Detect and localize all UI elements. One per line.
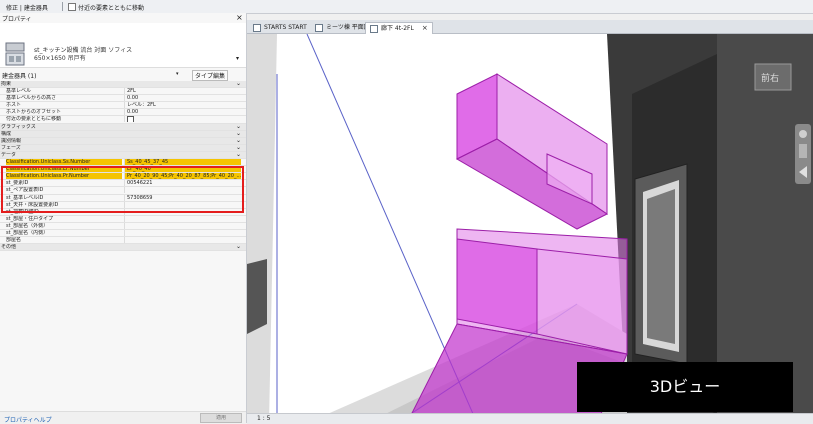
- property-group-header[interactable]: 識別情報 ⌄: [0, 137, 246, 145]
- property-name: Classification.Uniclass.Ss.Number: [6, 159, 122, 166]
- property-name: st_部屋名（外側）: [6, 222, 49, 229]
- view-control-bar: 1 : 5: [247, 413, 813, 424]
- property-value[interactable]: 2FL: [124, 88, 241, 95]
- tab-label: ミーツ棟 平面図: [326, 24, 370, 31]
- chevron-down-icon[interactable]: ⌄: [236, 81, 241, 87]
- group-label: グラフィックス: [1, 123, 36, 130]
- property-row[interactable]: st_部屋・住戸タイプ: [0, 215, 246, 223]
- tab-label: 廊下 4t-2FL: [381, 25, 414, 32]
- panel-footer: プロパティヘルプ 適用: [0, 411, 246, 424]
- panel-title: プロパティ: [2, 16, 32, 23]
- property-group-header[interactable]: 拘束 ⌄: [0, 81, 246, 89]
- type-selector[interactable]: st_キッチン設備 流台 対面 ソフィス 650×1650 吊戸有 ▾: [0, 23, 246, 68]
- group-label: 構成: [1, 130, 12, 137]
- kitchen-fixture-icon: [5, 42, 25, 66]
- chevron-down-icon[interactable]: ⌄: [236, 123, 241, 130]
- property-name: 付近の要素とともに移動: [6, 116, 62, 123]
- property-value[interactable]: 0.00: [124, 95, 241, 102]
- property-group-header[interactable]: グラフィックス ⌄: [0, 123, 246, 131]
- property-row[interactable]: 付近の要素とともに移動: [0, 116, 246, 124]
- property-name: 基準レベルからの高さ: [6, 95, 57, 102]
- chevron-down-icon[interactable]: ⌄: [236, 137, 241, 144]
- property-value[interactable]: [124, 229, 241, 236]
- property-value[interactable]: [124, 222, 241, 229]
- property-name: st_部屋・住戸タイプ: [6, 215, 54, 222]
- view-tab-bar: STARTS START ミーツ棟 平面図 廊下 4t-2FL ×: [247, 20, 813, 34]
- chevron-down-icon[interactable]: ⌄: [236, 151, 241, 158]
- tab-label: STARTS START: [264, 24, 307, 31]
- property-row[interactable]: 基準レベル 2FL: [0, 88, 246, 96]
- tab-starts-start[interactable]: STARTS START: [249, 22, 311, 33]
- property-name: 部屋名: [6, 237, 22, 244]
- view-scale[interactable]: 1 : 5: [257, 415, 270, 422]
- context-ribbon: 修正 | 建金器具 付近の要素とともに移動: [0, 0, 813, 14]
- property-group-header[interactable]: その他 ⌄: [0, 244, 246, 252]
- property-name: st_部屋名（内側）: [6, 229, 49, 236]
- property-value[interactable]: [124, 116, 241, 123]
- property-name: ホストからのオフセット: [6, 109, 62, 116]
- group-label: その他: [1, 244, 17, 251]
- group-label: 識別情報: [1, 137, 22, 144]
- chevron-down-icon[interactable]: ⌄: [236, 144, 241, 151]
- property-row[interactable]: 基準レベルからの高さ 0.00: [0, 95, 246, 103]
- move-with-nearby-checkbox[interactable]: [68, 3, 76, 11]
- property-group-header[interactable]: 構成 ⌄: [0, 130, 246, 138]
- property-row[interactable]: st_部屋名（外側）: [0, 222, 246, 230]
- property-row[interactable]: ホストからのオフセット 0.00: [0, 109, 246, 117]
- group-label: 拘束: [1, 81, 12, 87]
- selection-count: 建金器具 (1): [2, 73, 37, 80]
- property-row[interactable]: st_部屋名（内側）: [0, 229, 246, 238]
- property-row[interactable]: 部屋名: [0, 237, 246, 245]
- highlight-annotation-box: [1, 166, 244, 213]
- property-group-header[interactable]: フェーズ ⌄: [0, 144, 246, 152]
- chevron-down-icon[interactable]: ▾: [176, 71, 179, 77]
- chevron-down-icon[interactable]: ▾: [236, 55, 239, 62]
- chevron-down-icon[interactable]: ⌄: [236, 244, 241, 250]
- property-value[interactable]: [124, 237, 241, 244]
- 3d-view-caption: 3Dビュー: [577, 362, 793, 412]
- divider: [62, 2, 63, 11]
- type-size: 650×1650 吊戸有: [34, 55, 86, 62]
- chevron-down-icon[interactable]: ⌄: [236, 130, 241, 137]
- 3d-view-icon: [370, 24, 378, 33]
- group-label: フェーズ: [1, 144, 21, 151]
- property-name: 基準レベル: [6, 88, 32, 95]
- group-label: データ: [1, 151, 17, 158]
- property-group-header[interactable]: データ ⌄: [0, 151, 246, 160]
- viewcube-label[interactable]: 前右: [761, 72, 779, 84]
- context-label: 修正 | 建金器具: [6, 5, 48, 12]
- property-name: ホスト: [6, 102, 22, 109]
- property-value[interactable]: [124, 215, 241, 222]
- instance-filter[interactable]: 建金器具 (1) ▾ タイプ編集: [0, 69, 246, 81]
- properties-palette: プロパティ × st_キッチン設備 流台 対面 ソフィス 650×1650 吊戸…: [0, 13, 247, 424]
- property-value[interactable]: 0.00: [124, 109, 241, 116]
- apply-button[interactable]: 適用: [200, 413, 242, 423]
- move-with-nearby-label: 付近の要素とともに移動: [78, 5, 145, 12]
- close-icon[interactable]: ×: [422, 24, 428, 32]
- view-icon: [315, 23, 323, 32]
- tab-corridor-3d[interactable]: 廊下 4t-2FL ×: [365, 22, 433, 34]
- property-value[interactable]: Ss_40_45_37_45: [124, 159, 241, 166]
- property-value[interactable]: レベル：2FL: [124, 102, 241, 109]
- view-icon: [253, 23, 261, 32]
- property-row[interactable]: ホスト レベル：2FL: [0, 102, 246, 110]
- edit-type-button[interactable]: タイプ編集: [192, 70, 229, 81]
- checkbox[interactable]: [127, 116, 134, 123]
- close-icon[interactable]: ×: [236, 13, 243, 22]
